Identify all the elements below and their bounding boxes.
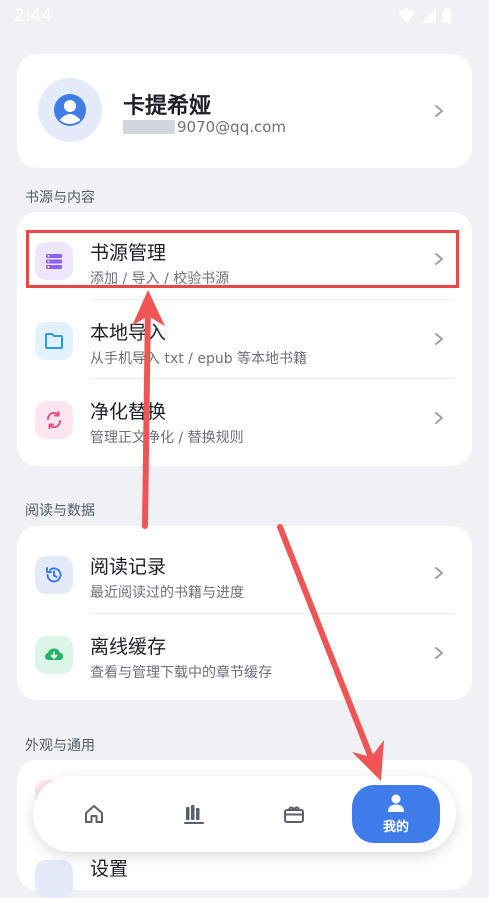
menu-item-offline-cache[interactable]: 离线缓存 查看与管理下载中的章节缓存 — [17, 614, 472, 692]
user-icon — [54, 94, 86, 126]
chevron-right-icon — [435, 647, 443, 659]
home-icon — [85, 805, 103, 823]
status-icons — [398, 8, 451, 23]
tab-discover[interactable] — [246, 776, 342, 852]
section-title-appearance: 外观与通用 — [25, 738, 95, 754]
status-time: 2:44 — [14, 6, 53, 26]
bookshelf-icon — [184, 805, 204, 824]
battery-icon — [442, 8, 451, 23]
section-title-content: 书源与内容 — [25, 190, 95, 206]
menu-item-settings[interactable]: 设置 — [90, 854, 128, 881]
menu-item-subtitle: 最近阅读过的书籍与进度 — [90, 585, 244, 601]
menu-item-local-import[interactable]: 本地导入 从手机导入 txt / epub 等本地书籍 — [17, 300, 472, 378]
menu-item-purify-replace[interactable]: 净化替换 管理正文净化 / 替换规则 — [17, 379, 472, 457]
chevron-right-icon — [435, 105, 443, 117]
refresh-search-icon — [35, 401, 73, 439]
profile-email: 9070@qq.com — [177, 118, 287, 136]
chevron-right-icon — [435, 567, 443, 579]
highlight-box — [26, 230, 459, 288]
chevron-right-icon — [435, 412, 443, 424]
avatar — [38, 78, 102, 142]
tab-bookshelf[interactable] — [146, 776, 242, 852]
menu-item-reading-history[interactable]: 阅读记录 最近阅读过的书籍与进度 — [17, 534, 472, 612]
profile-name: 卡提希娅 — [123, 94, 212, 119]
menu-item-subtitle: 查看与管理下载中的章节缓存 — [90, 665, 272, 681]
history-icon — [35, 556, 73, 594]
settings-icon — [35, 860, 73, 898]
menu-item-title: 阅读记录 — [90, 556, 167, 578]
profile-email-row: 9070@qq.com — [123, 118, 286, 136]
tab-home[interactable] — [46, 776, 142, 852]
cloud-download-icon — [35, 636, 73, 674]
wifi-icon — [398, 8, 416, 23]
tab-me[interactable]: 我的 — [352, 785, 440, 843]
user-icon — [388, 794, 404, 812]
email-blurred-prefix — [123, 120, 175, 134]
profile-card[interactable]: 卡提希娅 9070@qq.com — [17, 54, 472, 168]
signal-icon — [422, 8, 436, 23]
section-title-reading: 阅读与数据 — [25, 503, 95, 519]
chevron-right-icon — [435, 333, 443, 345]
menu-item-subtitle: 管理正文净化 / 替换规则 — [90, 430, 244, 446]
tab-label: 我的 — [382, 820, 409, 835]
menu-item-title: 净化替换 — [90, 401, 167, 423]
folder-icon — [35, 322, 73, 360]
menu-item-subtitle: 从手机导入 txt / epub 等本地书籍 — [90, 351, 308, 367]
ticket-icon — [284, 806, 304, 823]
reading-section-card: 阅读记录 最近阅读过的书籍与进度 离线缓存 查看与管理下载中的章节缓存 — [17, 526, 472, 700]
menu-item-title: 离线缓存 — [90, 636, 167, 658]
bottom-tab-bar: 我的 — [33, 776, 456, 852]
menu-item-title: 本地导入 — [90, 322, 167, 344]
status-bar: 2:44 — [0, 0, 489, 34]
